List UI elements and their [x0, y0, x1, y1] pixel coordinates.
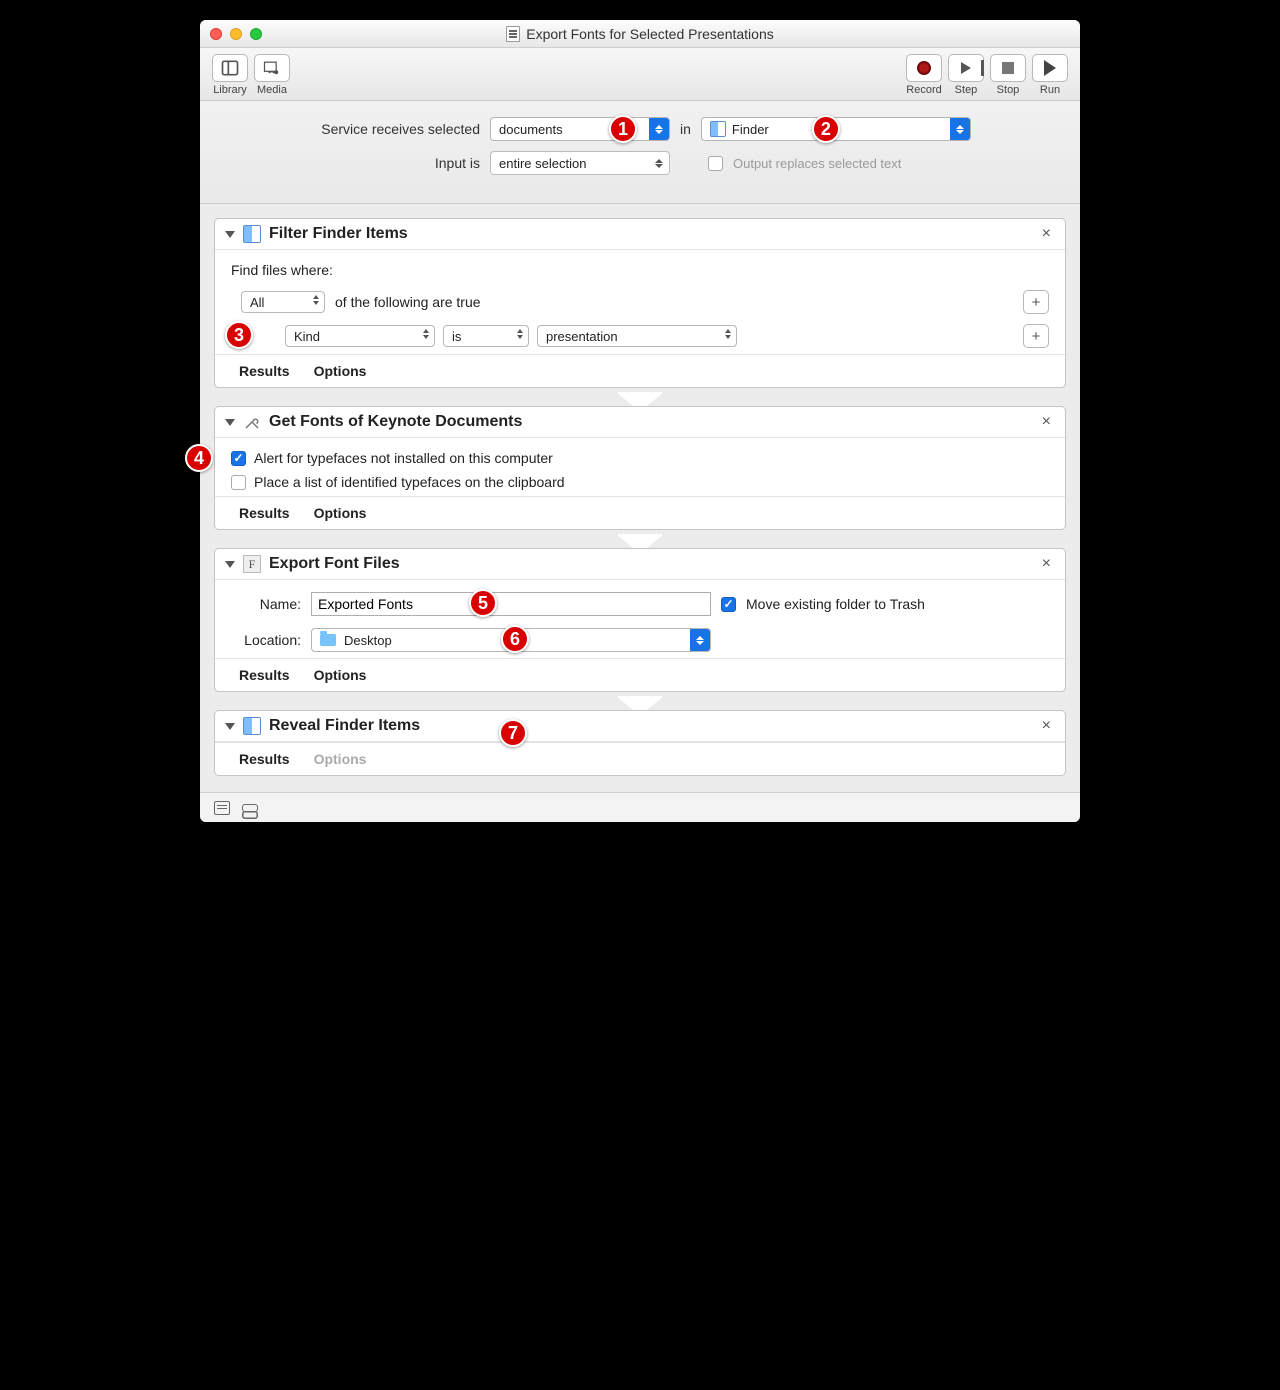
action-get-fonts: Get Fonts of Keynote Documents × 4 Alert… — [214, 406, 1066, 530]
app-popup[interactable]: Finder 2 — [701, 117, 971, 141]
annotation-badge-4: 4 — [185, 444, 213, 472]
condition-operator-popup[interactable]: is — [443, 325, 529, 347]
receives-popup[interactable]: documents 1 — [490, 117, 670, 141]
action-reveal-finder-items: Reveal Finder Items 7 × Results Options — [214, 710, 1066, 776]
disclosure-triangle-icon[interactable] — [225, 723, 235, 730]
annotation-badge-5: 5 — [469, 589, 497, 617]
alert-typefaces-label: Alert for typefaces not installed on thi… — [254, 450, 553, 466]
folder-icon — [320, 634, 336, 646]
finder-icon — [710, 121, 726, 137]
close-window-button[interactable] — [210, 28, 222, 40]
in-label: in — [680, 121, 691, 137]
annotation-badge-1: 1 — [609, 115, 637, 143]
remove-action-button[interactable]: × — [1038, 413, 1055, 431]
match-popup[interactable]: All — [241, 291, 325, 313]
annotation-badge-7: 7 — [499, 719, 527, 747]
match-suffix-label: of the following are true — [335, 294, 481, 310]
options-button[interactable]: Options — [314, 363, 367, 379]
receives-label: Service receives selected — [220, 121, 480, 137]
move-to-trash-label: Move existing folder to Trash — [746, 596, 925, 612]
library-button[interactable]: Library — [212, 54, 248, 96]
annotation-badge-6: 6 — [501, 625, 529, 653]
condition-value-popup[interactable]: presentation — [537, 325, 737, 347]
action-filter-finder-items: Filter Finder Items × Find files where: … — [214, 218, 1066, 388]
document-icon — [506, 26, 520, 42]
output-replaces-checkbox — [708, 156, 723, 171]
options-button[interactable]: Options — [314, 667, 367, 683]
stop-button[interactable]: Stop — [990, 54, 1026, 96]
move-to-trash-checkbox[interactable] — [721, 597, 736, 612]
action-title: Get Fonts of Keynote Documents — [269, 413, 522, 431]
input-is-label: Input is — [220, 155, 480, 171]
record-button[interactable]: Record — [906, 54, 942, 96]
chevron-updown-icon — [649, 118, 669, 140]
chevron-updown-icon — [950, 118, 970, 140]
tools-icon — [243, 413, 261, 431]
alert-typefaces-checkbox[interactable] — [231, 451, 246, 466]
minimize-window-button[interactable] — [230, 28, 242, 40]
window-title: Export Fonts for Selected Presentations — [200, 26, 1080, 42]
disclosure-triangle-icon[interactable] — [225, 419, 235, 426]
export-name-input[interactable] — [311, 592, 711, 616]
chevron-updown-icon — [690, 629, 710, 651]
workflow-area: Filter Finder Items × Find files where: … — [200, 204, 1080, 792]
clipboard-list-label: Place a list of identified typefaces on … — [254, 474, 565, 490]
automator-window: Export Fonts for Selected Presentations … — [200, 20, 1080, 822]
find-files-label: Find files where: — [231, 262, 1049, 278]
options-button-disabled: Options — [314, 751, 367, 767]
disclosure-triangle-icon[interactable] — [225, 231, 235, 238]
bottom-bar — [200, 792, 1080, 822]
results-button[interactable]: Results — [239, 505, 290, 521]
add-group-button[interactable]: + — [1023, 290, 1049, 314]
font-icon: F — [243, 555, 261, 573]
action-title: Reveal Finder Items — [269, 717, 420, 735]
name-label: Name: — [231, 596, 301, 612]
step-button[interactable]: Step — [948, 54, 984, 96]
remove-action-button[interactable]: × — [1038, 225, 1055, 243]
action-export-font-files: F Export Font Files × Name: 5 Move exist… — [214, 548, 1066, 692]
results-button[interactable]: Results — [239, 751, 290, 767]
zoom-window-button[interactable] — [250, 28, 262, 40]
finder-icon — [243, 717, 261, 735]
add-condition-button[interactable]: + — [1023, 324, 1049, 348]
annotation-badge-3: 3 — [225, 321, 253, 349]
action-title: Export Font Files — [269, 555, 400, 573]
stop-icon — [1002, 62, 1014, 74]
input-is-popup[interactable]: entire selection — [490, 151, 670, 175]
results-button[interactable]: Results — [239, 667, 290, 683]
annotation-badge-2: 2 — [812, 115, 840, 143]
window-controls — [210, 28, 262, 40]
options-button[interactable]: Options — [314, 505, 367, 521]
variables-view-button[interactable] — [242, 804, 258, 812]
play-icon — [1044, 60, 1056, 76]
record-icon — [917, 61, 931, 75]
remove-action-button[interactable]: × — [1038, 555, 1055, 573]
log-view-button[interactable] — [214, 801, 230, 815]
titlebar: Export Fonts for Selected Presentations — [200, 20, 1080, 48]
step-icon — [961, 62, 971, 74]
toolbar: Library Media Record Step Stop Run — [200, 48, 1080, 101]
results-button[interactable]: Results — [239, 363, 290, 379]
location-label: Location: — [231, 632, 301, 648]
chevron-updown-icon — [649, 152, 669, 174]
disclosure-triangle-icon[interactable] — [225, 561, 235, 568]
clipboard-list-checkbox[interactable] — [231, 475, 246, 490]
run-button[interactable]: Run — [1032, 54, 1068, 96]
output-replaces-label: Output replaces selected text — [733, 156, 901, 171]
media-button[interactable]: Media — [254, 54, 290, 96]
action-title: Filter Finder Items — [269, 225, 408, 243]
remove-action-button[interactable]: × — [1038, 717, 1055, 735]
condition-attribute-popup[interactable]: Kind — [285, 325, 435, 347]
service-config: Service receives selected documents 1 in… — [200, 101, 1080, 204]
finder-icon — [243, 225, 261, 243]
